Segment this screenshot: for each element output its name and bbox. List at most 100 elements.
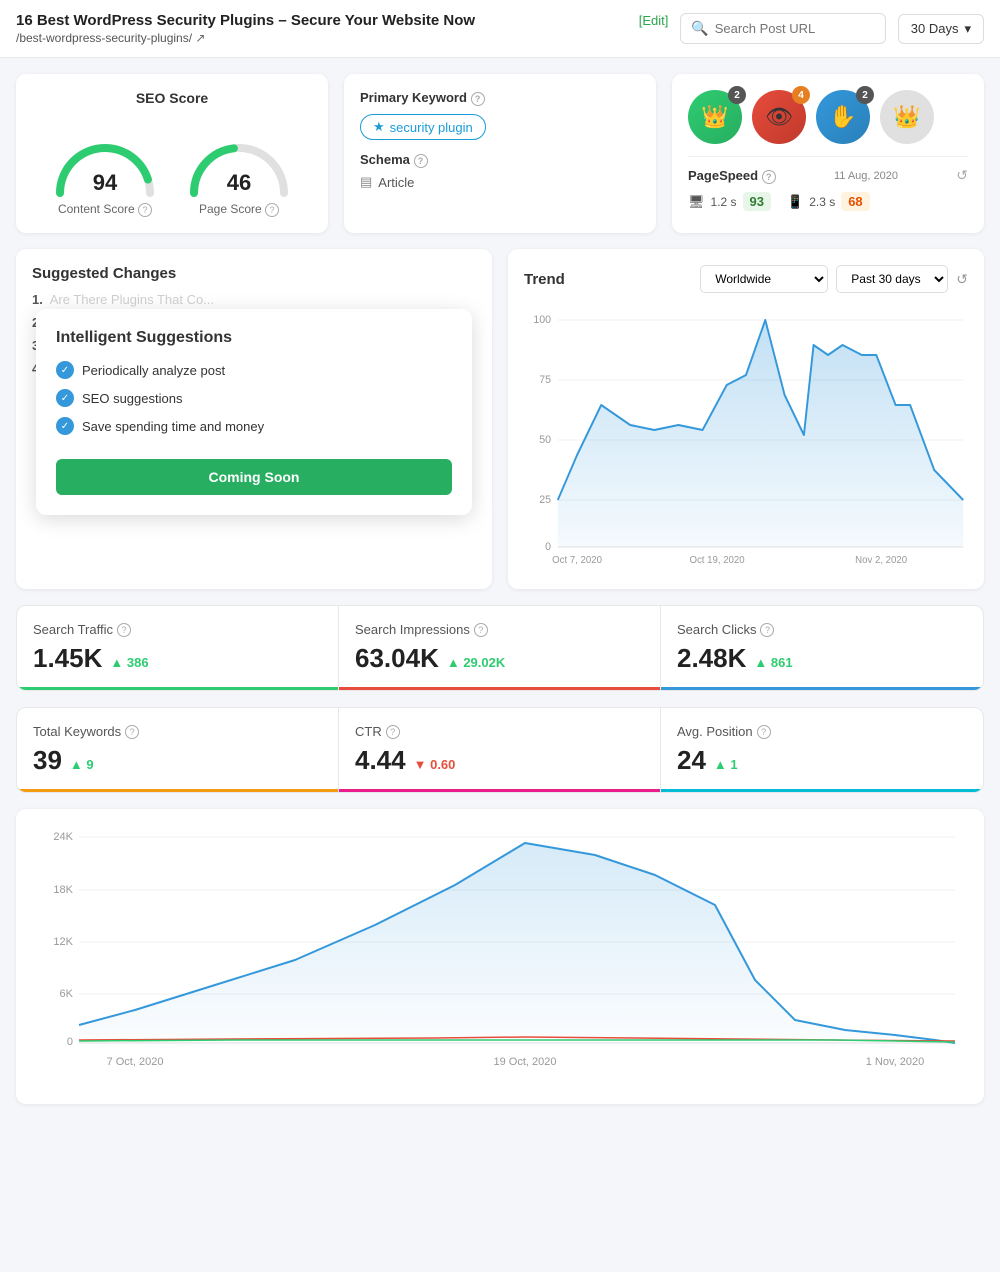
impressions-delta: ▲ 29.02K [447, 655, 505, 670]
stat-clicks: Search Clicks ? 2.48K ▲ 861 [661, 606, 983, 690]
trend-card: Trend Worldwide United States United Kin… [508, 249, 984, 589]
suggested-changes-card: Suggested Changes 1. Are There Plugins T… [16, 249, 492, 589]
list-item: 1. Are There Plugins That Co... [32, 292, 476, 307]
suggested-title: Suggested Changes [32, 265, 476, 282]
intel-item-3: ✓ Save spending time and money [56, 417, 452, 435]
svg-text:Oct 19, 2020: Oct 19, 2020 [689, 555, 745, 565]
badge-icons-row: 👑 2 👁 4 ✋ 2 👑 [688, 90, 968, 144]
mobile-icon: 📱 [787, 194, 803, 210]
worldwide-dropdown[interactable]: Worldwide United States United Kingdom [700, 265, 828, 293]
clicks-label: Search Clicks ? [677, 622, 967, 637]
stat-traffic: Search Traffic ? 1.45K ▲ 386 [17, 606, 339, 690]
period-dropdown[interactable]: Past 30 days Past 7 days Past 90 days [836, 265, 948, 293]
svg-text:Oct 7, 2020: Oct 7, 2020 [552, 555, 602, 565]
pagespeed-info-icon[interactable]: ? [762, 170, 776, 184]
content-score-svg: 94 [50, 118, 160, 198]
page-score-label: Page Score ? [199, 202, 279, 217]
page-score-info-icon[interactable]: ? [265, 203, 279, 217]
seo-score-card: SEO Score 94 Content Score ? [16, 74, 328, 233]
badge-gray[interactable]: 👑 [880, 90, 934, 144]
schema-section: Schema ? ▤ Article [360, 152, 640, 190]
intel-title: Intelligent Suggestions [56, 329, 452, 347]
position-label: Avg. Position ? [677, 724, 967, 739]
intelligent-suggestions-overlay: Intelligent Suggestions ✓ Periodically a… [36, 309, 472, 515]
trend-chart: 100 75 50 25 0 Oct 7, 2020 Oct 19, 2020 … [524, 305, 968, 565]
page-score-svg: 46 [184, 118, 294, 198]
content-score-info-icon[interactable]: ? [138, 203, 152, 217]
check-icon-2: ✓ [56, 389, 74, 407]
schema-info-icon[interactable]: ? [414, 154, 428, 168]
coming-soon-button[interactable]: Coming Soon [56, 459, 452, 495]
pk-info-icon[interactable]: ? [471, 92, 485, 106]
ctr-value: 4.44 ▼ 0.60 [355, 745, 644, 776]
desktop-metric: 🖥 1.2 s 93 [688, 192, 771, 211]
traffic-value: 1.45K ▲ 386 [33, 643, 322, 674]
search-bar: 🔍 [680, 13, 885, 44]
svg-text:24K: 24K [53, 831, 73, 843]
svg-text:46: 46 [227, 170, 251, 195]
position-value: 24 ▲ 1 [677, 745, 967, 776]
check-icon-3: ✓ [56, 417, 74, 435]
stat-keywords: Total Keywords ? 39 ▲ 9 [17, 708, 339, 792]
mid-row: Suggested Changes 1. Are There Plugins T… [16, 249, 984, 589]
badge-count-red: 4 [792, 86, 810, 104]
header: 16 Best WordPress Security Plugins – Sec… [0, 0, 1000, 58]
edit-button[interactable]: [Edit] [639, 13, 669, 28]
badge-red[interactable]: 👁 4 [752, 90, 806, 144]
keyword-card: Primary Keyword ? ★ security plugin Sche… [344, 74, 656, 233]
star-icon: ★ [373, 119, 385, 135]
svg-text:0: 0 [545, 541, 551, 553]
schema-value: ▤ Article [360, 174, 640, 190]
external-link-icon: ↗ [195, 31, 205, 45]
svg-text:18K: 18K [53, 884, 73, 896]
stat-position: Avg. Position ? 24 ▲ 1 [661, 708, 983, 792]
stat-ctr: CTR ? 4.44 ▼ 0.60 [339, 708, 661, 792]
ctr-delta: ▼ 0.60 [414, 757, 456, 772]
keywords-delta: ▲ 9 [70, 757, 94, 772]
position-delta: ▲ 1 [714, 757, 738, 772]
desktop-score: 93 [743, 192, 771, 211]
days-dropdown[interactable]: 30 Days ▾ [898, 14, 984, 44]
traffic-info-icon[interactable]: ? [117, 623, 131, 637]
desktop-icon: 🖥 [688, 194, 705, 210]
badge-count-blue: 2 [856, 86, 874, 104]
trend-chart-svg: 100 75 50 25 0 Oct 7, 2020 Oct 19, 2020 … [524, 305, 968, 565]
pagespeed-refresh-icon[interactable]: ↺ [956, 167, 968, 184]
svg-text:1 Nov, 2020: 1 Nov, 2020 [866, 1056, 925, 1068]
ctr-label: CTR ? [355, 724, 644, 739]
impressions-info-icon[interactable]: ? [474, 623, 488, 637]
clicks-info-icon[interactable]: ? [760, 623, 774, 637]
keywords-label: Total Keywords ? [33, 724, 322, 739]
intel-item-2: ✓ SEO suggestions [56, 389, 452, 407]
intel-item-1: ✓ Periodically analyze post [56, 361, 452, 379]
clicks-value: 2.48K ▲ 861 [677, 643, 967, 674]
badges-card: 👑 2 👁 4 ✋ 2 👑 PageSpeed [672, 74, 984, 233]
page-url: /best-wordpress-security-plugins/ ↗ [16, 31, 668, 45]
keywords-info-icon[interactable]: ? [125, 725, 139, 739]
keywords-value: 39 ▲ 9 [33, 745, 322, 776]
traffic-label: Search Traffic ? [33, 622, 322, 637]
badge-blue[interactable]: ✋ 2 [816, 90, 870, 144]
position-info-icon[interactable]: ? [757, 725, 771, 739]
pagespeed-date: 11 Aug, 2020 [834, 170, 898, 182]
ctr-info-icon[interactable]: ? [386, 725, 400, 739]
desktop-time: 1.2 s [711, 195, 737, 209]
svg-text:100: 100 [533, 314, 551, 326]
pagespeed-metrics: 🖥 1.2 s 93 📱 2.3 s 68 [688, 192, 968, 211]
traffic-delta: ▲ 386 [110, 655, 148, 670]
trend-header: Trend Worldwide United States United Kin… [524, 265, 968, 293]
svg-text:Nov 2, 2020: Nov 2, 2020 [855, 555, 908, 565]
keyword-badge[interactable]: ★ security plugin [360, 114, 486, 140]
svg-text:25: 25 [539, 494, 551, 506]
badge-count-green: 2 [728, 86, 746, 104]
svg-text:19 Oct, 2020: 19 Oct, 2020 [494, 1056, 557, 1068]
mobile-time: 2.3 s [809, 195, 835, 209]
badge-green[interactable]: 👑 2 [688, 90, 742, 144]
chevron-down-icon: ▾ [964, 21, 971, 37]
search-input[interactable] [715, 21, 875, 36]
svg-text:50: 50 [539, 434, 551, 446]
mobile-score: 68 [841, 192, 869, 211]
trend-refresh-icon[interactable]: ↺ [956, 271, 968, 288]
clicks-delta: ▲ 861 [754, 655, 792, 670]
impressions-value: 63.04K ▲ 29.02K [355, 643, 644, 674]
